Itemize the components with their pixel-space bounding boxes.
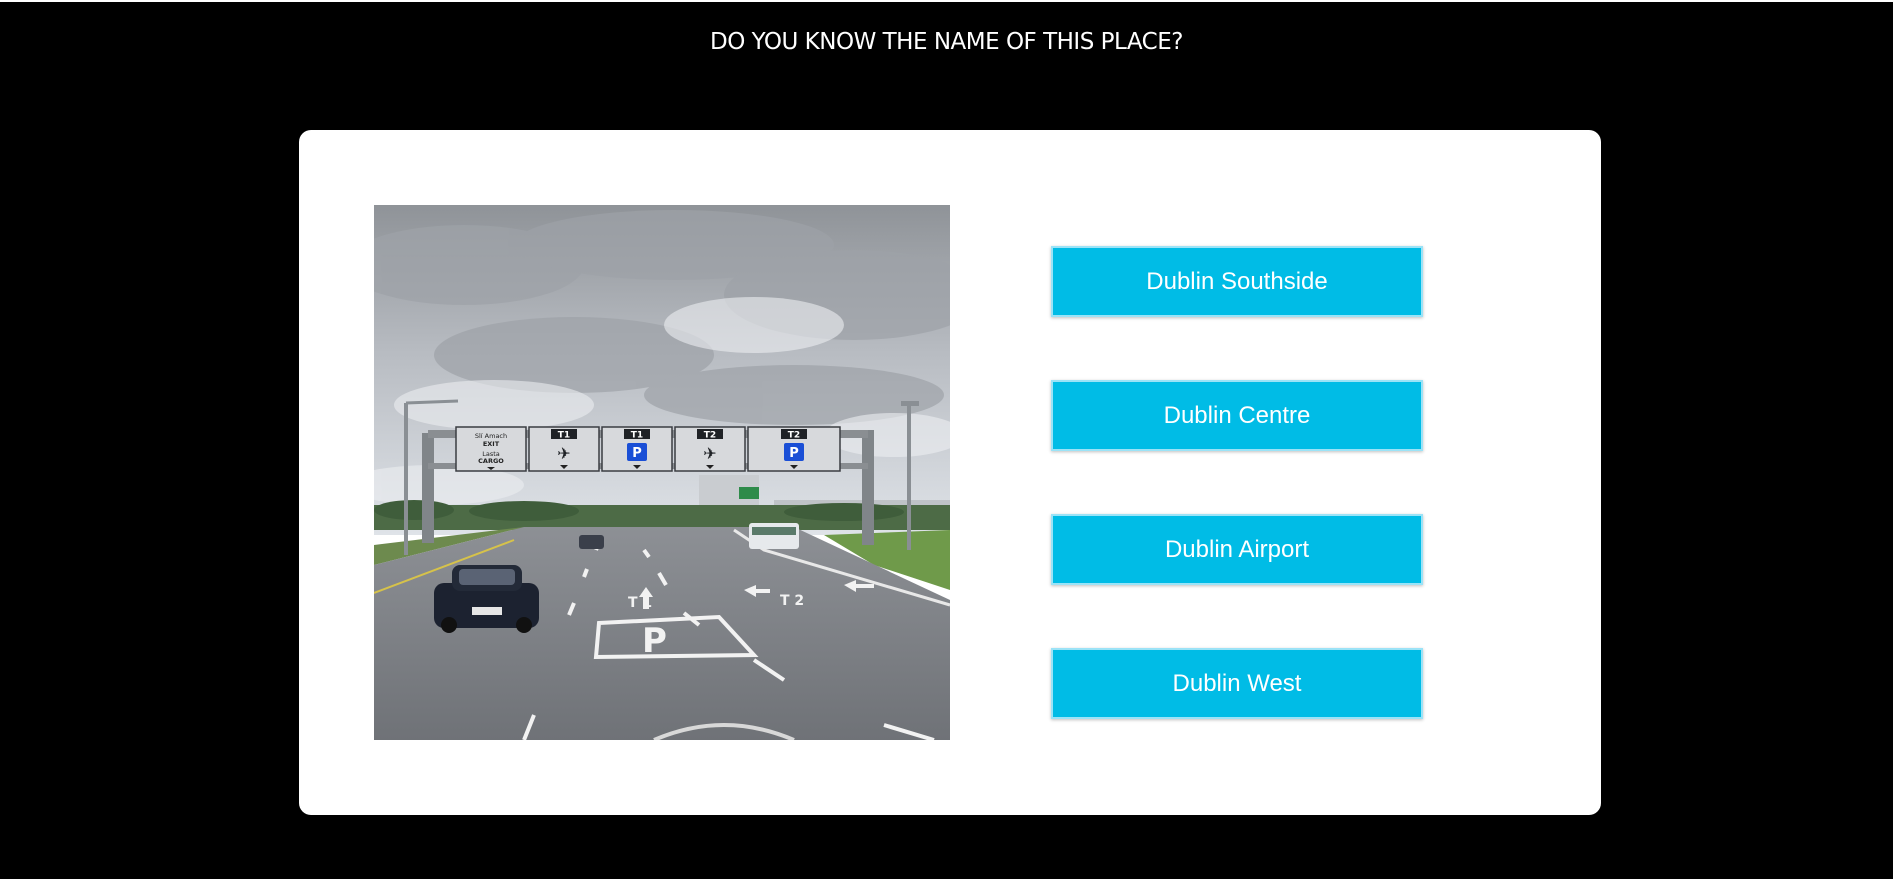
sign-t2-parking: T2 bbox=[788, 431, 800, 441]
page-title: DO YOU KNOW THE NAME OF THIS PLACE? bbox=[710, 29, 1183, 55]
parking-icon: P bbox=[632, 446, 642, 461]
sign-exit-irish: Slí Amach bbox=[475, 432, 507, 440]
answer-options: Dublin Southside Dublin Centre Dublin Ai… bbox=[1051, 246, 1423, 719]
answer-button-dublin-west[interactable]: Dublin West bbox=[1051, 648, 1423, 719]
sign-t1-terminal: T1 bbox=[558, 431, 570, 441]
sign-t2-terminal: T2 bbox=[704, 431, 716, 441]
plane-icon: ✈ bbox=[557, 444, 570, 463]
road-marking-t2: T 2 bbox=[780, 593, 804, 609]
top-edge-divider bbox=[0, 0, 1893, 2]
answer-button-dublin-centre[interactable]: Dublin Centre bbox=[1051, 380, 1423, 451]
place-photo: T 1 T 2 P Slí Amach EXIT Lasta CARGO T1 … bbox=[374, 205, 950, 740]
sign-t1-parking: T1 bbox=[631, 431, 643, 441]
road-marking-t1: T 1 bbox=[628, 595, 652, 611]
sign-exit: EXIT bbox=[483, 440, 500, 448]
road-marking-parking: P bbox=[642, 621, 667, 661]
sign-cargo: CARGO bbox=[478, 457, 504, 465]
quiz-card: T 1 T 2 P Slí Amach EXIT Lasta CARGO T1 … bbox=[299, 130, 1601, 815]
answer-button-dublin-southside[interactable]: Dublin Southside bbox=[1051, 246, 1423, 317]
parking-icon: P bbox=[789, 446, 799, 461]
answer-button-dublin-airport[interactable]: Dublin Airport bbox=[1051, 514, 1423, 585]
plane-icon: ✈ bbox=[703, 444, 716, 463]
